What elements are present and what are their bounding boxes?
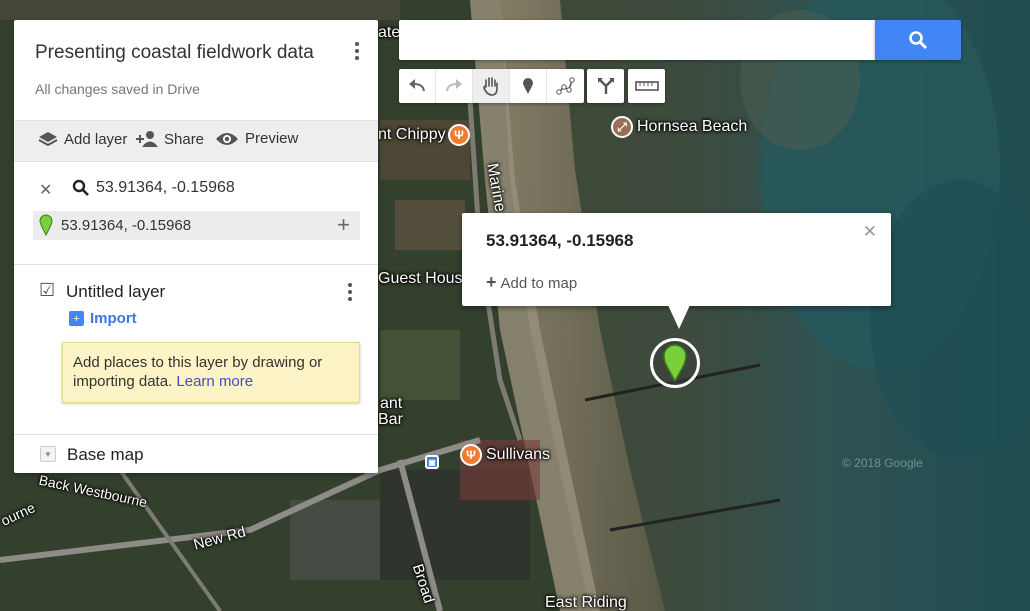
map-editor-panel: Presenting coastal fieldwork data All ch… bbox=[14, 20, 378, 473]
base-map-expand-icon[interactable]: ▼ bbox=[40, 446, 56, 462]
select-items-button[interactable] bbox=[473, 69, 510, 103]
beach-icon[interactable]: ⤢ bbox=[611, 116, 633, 138]
edit-toolbar bbox=[399, 69, 584, 103]
directions-button[interactable] bbox=[587, 69, 624, 103]
divider bbox=[14, 264, 378, 265]
map-label-ate: ate bbox=[378, 24, 401, 41]
map-label-east-riding: East Riding bbox=[545, 594, 627, 611]
layer-hint-box: Add places to this layer by drawing or i… bbox=[62, 342, 360, 403]
add-to-map-button[interactable]: + Add to map bbox=[486, 272, 577, 293]
bus-stop-icon[interactable]: ▣ bbox=[425, 455, 439, 469]
add-layer-button[interactable]: Add layer bbox=[38, 130, 127, 148]
map-search-input[interactable] bbox=[399, 20, 875, 60]
share-label: Share bbox=[164, 130, 205, 148]
directions-icon bbox=[597, 78, 614, 94]
restaurant-icon[interactable]: Ψ bbox=[448, 124, 470, 146]
draw-line-button[interactable] bbox=[547, 69, 584, 103]
layers-icon bbox=[38, 132, 58, 147]
restaurant-icon[interactable]: Ψ bbox=[460, 444, 482, 466]
search-icon bbox=[72, 179, 89, 196]
measure-button[interactable] bbox=[628, 69, 665, 103]
add-layer-label: Add layer bbox=[64, 130, 128, 148]
plus-icon: + bbox=[486, 272, 497, 292]
map-label-bar: Bar bbox=[378, 411, 403, 428]
map-label-guest-house: Guest Hous bbox=[378, 270, 463, 287]
map-options-menu-icon[interactable] bbox=[354, 42, 360, 60]
map-title[interactable]: Presenting coastal fieldwork data bbox=[35, 42, 314, 64]
search-result-text: 53.91364, -0.15968 bbox=[61, 217, 192, 234]
search-result-item[interactable]: 53.91364, -0.15968 + bbox=[33, 211, 360, 240]
learn-more-link[interactable]: Learn more bbox=[176, 373, 253, 390]
search-button[interactable] bbox=[875, 20, 961, 60]
layer-options-menu-icon[interactable] bbox=[347, 283, 353, 301]
search-result-layer: ✕ 53.91364, -0.15968 bbox=[14, 173, 378, 203]
line-icon bbox=[555, 77, 575, 95]
preview-button[interactable]: Preview bbox=[215, 130, 298, 147]
import-icon: + bbox=[69, 311, 84, 326]
green-marker-icon bbox=[39, 214, 53, 236]
share-button[interactable]: Share bbox=[136, 130, 204, 148]
map-label-hornsea-beach[interactable]: Hornsea Beach bbox=[637, 118, 747, 136]
location-info-card: 53.91364, -0.15968 ✕ + Add to map bbox=[462, 213, 891, 329]
close-icon[interactable]: ✕ bbox=[39, 180, 52, 200]
redo-button[interactable] bbox=[436, 69, 473, 103]
undo-button[interactable] bbox=[399, 69, 436, 103]
add-icon[interactable]: + bbox=[337, 212, 350, 238]
marker-icon bbox=[523, 78, 533, 94]
info-card-title: 53.91364, -0.15968 bbox=[486, 231, 634, 250]
undo-icon bbox=[409, 79, 425, 92]
search-icon bbox=[909, 31, 928, 50]
card-pointer bbox=[668, 305, 690, 329]
map-label-sullivans[interactable]: Sullivans bbox=[486, 446, 550, 464]
hand-icon bbox=[483, 77, 498, 96]
measure-toolbar bbox=[628, 69, 665, 103]
redo-icon bbox=[446, 79, 462, 92]
import-label: Import bbox=[90, 310, 137, 327]
layer-visibility-checkbox[interactable]: ☑ bbox=[39, 280, 55, 301]
layer-name[interactable]: Untitled layer bbox=[66, 282, 165, 302]
search-query-text: 53.91364, -0.15968 bbox=[96, 179, 235, 196]
add-marker-button[interactable] bbox=[510, 69, 547, 103]
directions-toolbar bbox=[587, 69, 624, 103]
preview-label: Preview bbox=[245, 130, 299, 147]
base-map-label[interactable]: Base map bbox=[67, 445, 144, 465]
save-status: All changes saved in Drive bbox=[35, 81, 200, 97]
map-copyright: © 2018 Google bbox=[842, 456, 923, 470]
add-to-map-label: Add to map bbox=[500, 275, 578, 292]
import-link[interactable]: + Import bbox=[69, 310, 137, 327]
map-label-chippy: nt Chippy bbox=[378, 126, 446, 143]
green-marker-icon bbox=[663, 344, 687, 382]
panel-actions-bar: Add layer Share Preview bbox=[14, 120, 378, 162]
close-icon[interactable]: ✕ bbox=[863, 222, 877, 242]
add-person-icon bbox=[136, 131, 158, 147]
eye-icon bbox=[216, 132, 238, 145]
divider bbox=[14, 434, 378, 435]
ruler-icon bbox=[634, 81, 659, 91]
selected-location-marker[interactable] bbox=[650, 338, 700, 388]
